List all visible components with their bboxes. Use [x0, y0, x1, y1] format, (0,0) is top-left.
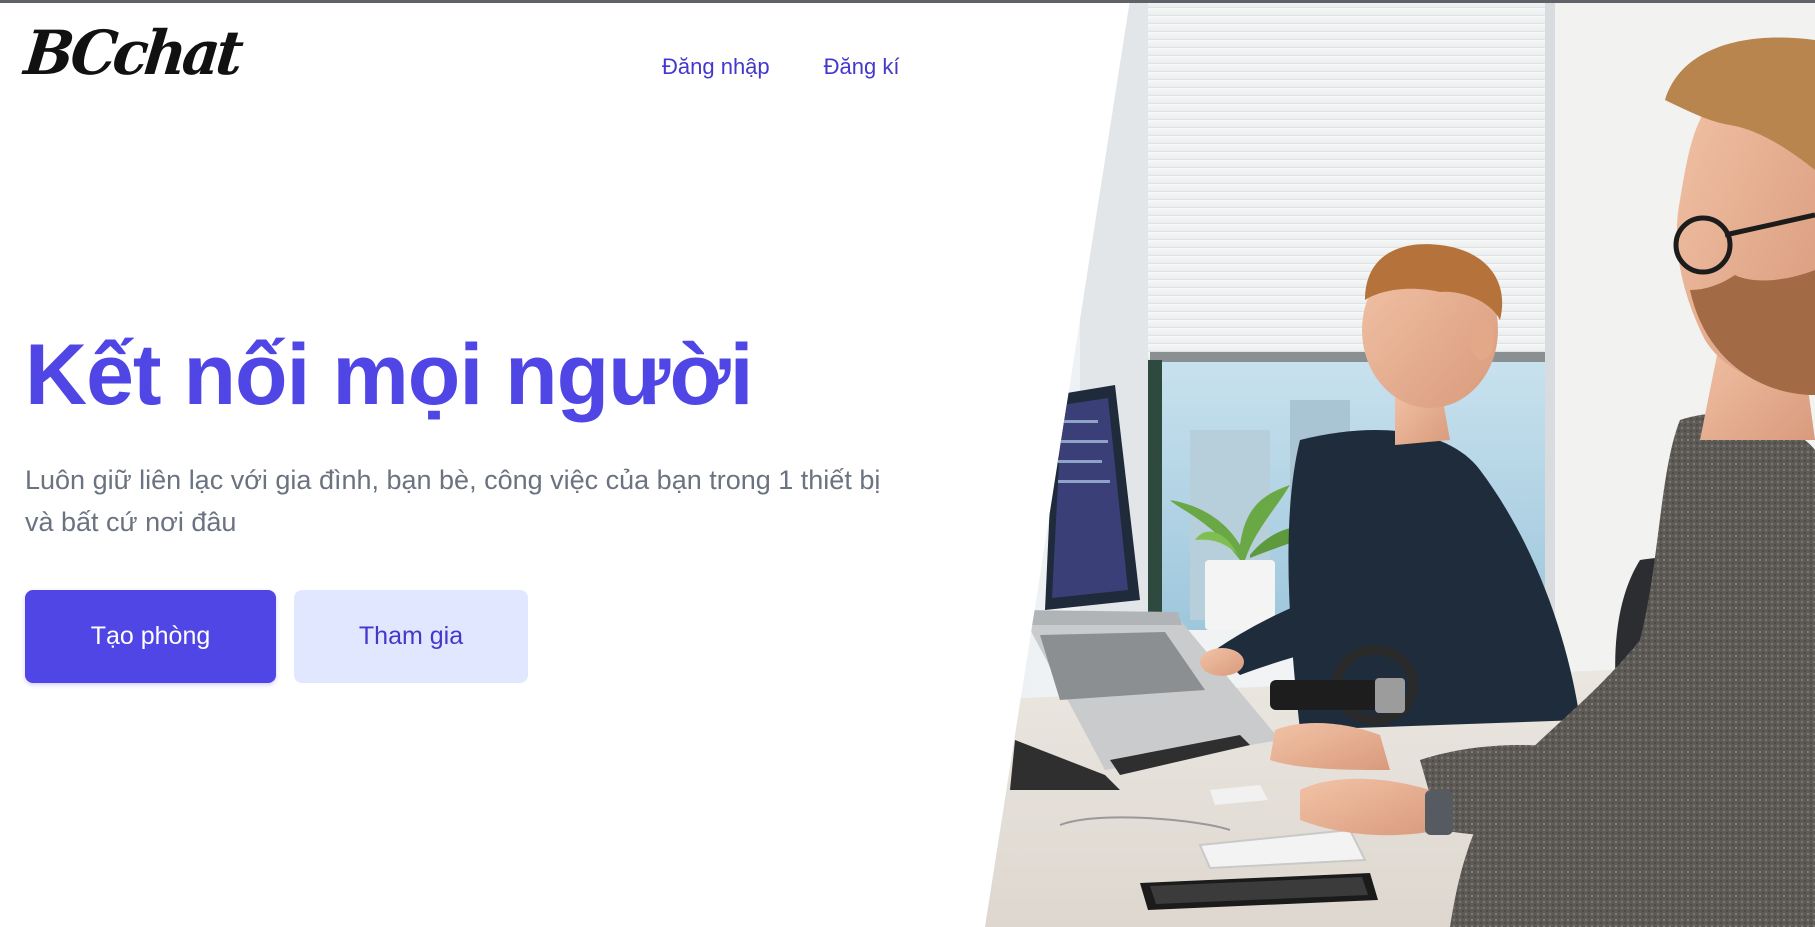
create-room-button[interactable]: Tạo phòng — [25, 590, 276, 683]
top-nav: Đăng nhập Đăng kí — [662, 54, 899, 80]
register-link[interactable]: Đăng kí — [824, 54, 900, 80]
hero-actions: Tạo phòng Tham gia — [25, 590, 528, 683]
login-link[interactable]: Đăng nhập — [662, 54, 770, 80]
join-room-button[interactable]: Tham gia — [294, 590, 528, 683]
brand-logo[interactable]: BCchat — [21, 17, 243, 88]
window-top-border — [0, 0, 1815, 3]
landing-page: BCchat Đăng nhập Đăng kí Kết nối mọi ngư… — [0, 0, 1815, 927]
hero-title: Kết nối mọi người — [25, 327, 753, 423]
hero-subtitle: Luôn giữ liên lạc với gia đình, bạn bè, … — [25, 465, 881, 537]
